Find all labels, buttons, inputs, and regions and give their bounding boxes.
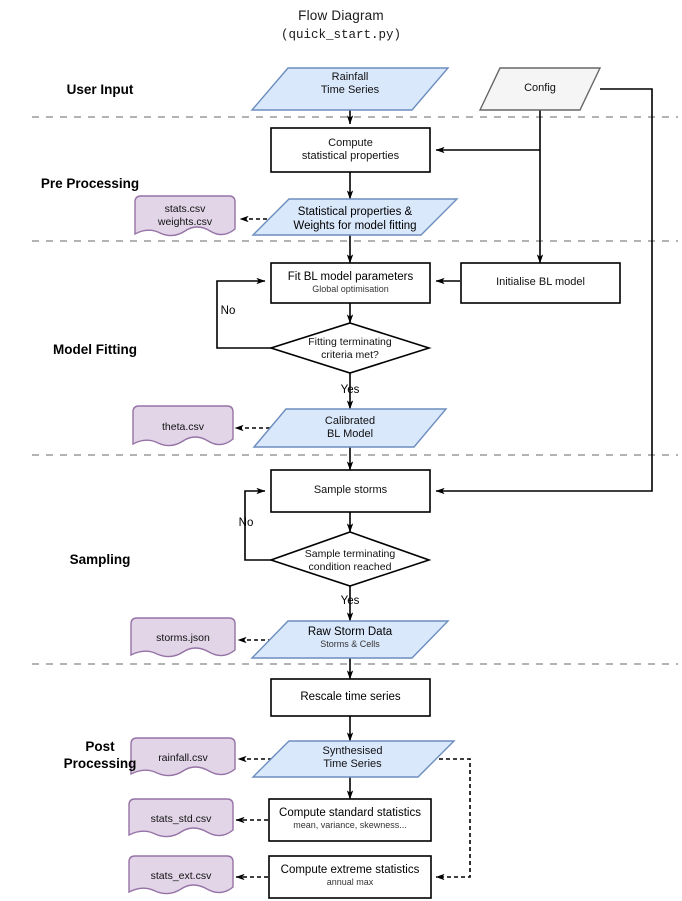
shape-fit-bl-model [270, 262, 431, 304]
shape-stats-ext-file [128, 855, 234, 895]
shape-synthesised-time-series [251, 740, 456, 778]
shape-sample-storms [270, 469, 431, 513]
stage-label-user-input: User Input [66, 82, 134, 97]
shape-initialise-bl-model [460, 262, 621, 304]
stage-label-pre-processing: Pre Processing [40, 176, 140, 191]
shape-raw-storm-data [250, 620, 450, 659]
edge-label-sample-yes: Yes [340, 595, 360, 607]
shape-rainfall-time-series [250, 67, 450, 111]
shape-compute-standard-statistics [268, 798, 432, 842]
shape-compute-statistical-properties [270, 127, 431, 173]
shape-compute-extreme-statistics [268, 855, 432, 899]
shape-storms-file [130, 617, 236, 658]
shape-sample-decision [268, 531, 432, 587]
stage-label-sampling: Sampling [69, 552, 131, 567]
edge-label-fit-no: No [220, 305, 236, 317]
shape-rescale-time-series [270, 678, 431, 717]
edge-label-sample-no: No [238, 517, 254, 529]
shape-stats-weights-file [134, 195, 236, 237]
shape-stats-std-file [128, 798, 234, 838]
stage-label-model-fitting: Model Fitting [53, 342, 137, 357]
shape-statistical-properties-data [251, 198, 459, 236]
flow-diagram-canvas: Flow Diagram (quick_start.py) User Input… [0, 0, 682, 901]
shape-config [478, 67, 602, 111]
edge-label-fit-yes: Yes [340, 384, 360, 396]
shape-calibrated-bl-model [252, 408, 448, 448]
shape-fitting-decision [268, 322, 432, 374]
stage-label-post-processing: Post Processing [63, 739, 137, 771]
shape-theta-file [132, 405, 234, 447]
